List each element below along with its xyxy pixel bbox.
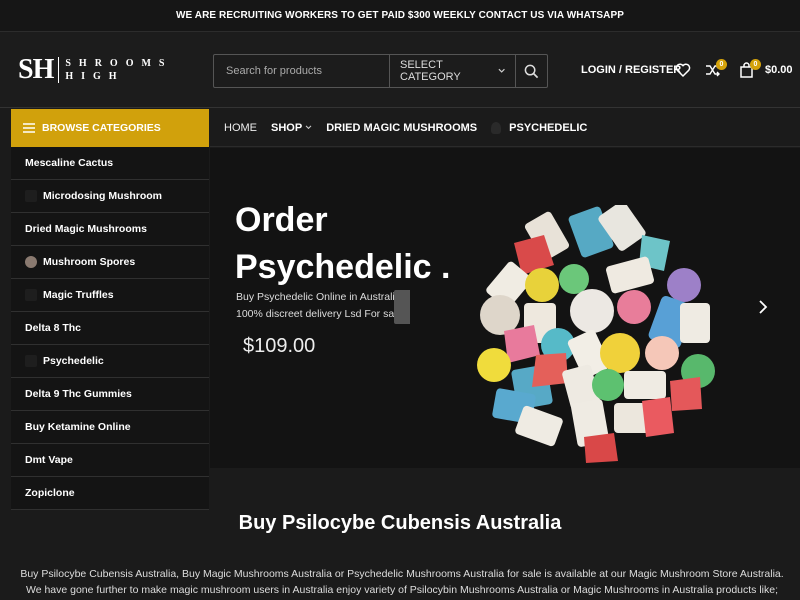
hero-subtitle-line-1: Buy Psychedelic Online in Australia — [236, 291, 401, 303]
cart-total[interactable]: $0.00 — [765, 64, 793, 76]
category-label: Mushroom Spores — [43, 256, 136, 268]
category-select[interactable]: SELECT CATEGORY — [389, 55, 515, 87]
category-item[interactable]: Buy Ketamine Online — [11, 411, 209, 444]
logo-line-2: HIGH — [65, 71, 125, 82]
nav-shop[interactable]: SHOP — [271, 122, 312, 134]
nav-psychedelic-label: PSYCHEDELIC — [509, 121, 588, 134]
announcement-text: WE ARE RECRUITING WORKERS TO GET PAID $3… — [175, 10, 625, 21]
compare-count-badge: 0 — [716, 59, 727, 70]
login-register-link[interactable]: LOGIN / REGISTER — [581, 64, 681, 76]
nav-home[interactable]: HOME — [224, 122, 257, 134]
category-item[interactable]: Mescaline Cactus — [11, 147, 209, 180]
cart-count-badge: 0 — [750, 59, 761, 70]
search-button[interactable] — [515, 55, 547, 87]
section-description: Buy Psilocybe Cubensis Australia, Buy Ma… — [20, 568, 784, 596]
category-thumbnail-icon — [25, 289, 37, 301]
category-thumbnail-icon — [25, 355, 37, 367]
category-label: Psychedelic — [43, 355, 104, 367]
category-item[interactable]: Dmt Vape — [11, 444, 209, 477]
logo-line-1: SHROOMS — [65, 58, 173, 69]
chevron-down-icon — [305, 125, 312, 130]
hero-subtitle: Buy Psychedelic Online in Australia 100%… — [236, 289, 406, 323]
browse-categories-button[interactable]: BROWSE CATEGORIES — [11, 109, 209, 147]
category-item[interactable]: Mushroom Spores — [11, 246, 209, 279]
nav-shop-label: SHOP — [271, 121, 303, 134]
category-item[interactable]: Zopiclone — [11, 477, 209, 510]
hero-subtitle-line-2: 100% discreet delivery Lsd For sale — [236, 308, 403, 320]
chevron-down-icon — [498, 68, 505, 73]
search-icon — [524, 64, 539, 78]
main-nav: HOME SHOP DRIED MAGIC MUSHROOMS PSYCHEDE… — [210, 109, 800, 147]
psychedelic-thumbnail-icon — [491, 121, 502, 134]
category-item[interactable]: Delta 8 Thc — [11, 312, 209, 345]
category-item[interactable]: Delta 9 Thc Gummies — [11, 378, 209, 411]
category-label: Dmt Vape — [25, 454, 73, 466]
menu-icon — [23, 123, 35, 133]
category-item[interactable]: Magic Truffles — [11, 279, 209, 312]
heart-icon[interactable] — [675, 62, 691, 78]
category-item[interactable]: Dried Magic Mushrooms — [11, 213, 209, 246]
section-title: Buy Psilocybe Cubensis Australia — [238, 512, 562, 534]
category-label: Magic Truffles — [43, 289, 114, 301]
category-label: Mescaline Cactus — [25, 157, 114, 169]
category-label: Delta 9 Thc Gummies — [25, 388, 132, 400]
hero-title: Order Psychedelic . — [235, 197, 450, 291]
browse-categories-label: BROWSE CATEGORIES — [42, 122, 161, 134]
announcement-bar: WE ARE RECRUITING WORKERS TO GET PAID $3… — [0, 0, 800, 32]
hero-pills-image — [477, 205, 715, 463]
category-label: Zopiclone — [25, 487, 75, 499]
hero-title-line-2: Psychedelic . — [235, 248, 451, 286]
logo-words: SHROOMS HIGH — [65, 57, 172, 83]
slider-next-arrow-icon[interactable] — [758, 300, 768, 314]
category-thumbnail-icon — [25, 256, 37, 268]
category-label: Delta 8 Thc — [25, 322, 82, 334]
logo-divider — [58, 57, 60, 83]
category-select-label: SELECT CATEGORY — [400, 59, 461, 83]
site-logo[interactable]: SH SHROOMS HIGH — [18, 54, 172, 86]
slider-side-tab[interactable] — [394, 290, 410, 324]
category-label: Dried Magic Mushrooms — [25, 223, 147, 235]
category-label: Microdosing Mushroom — [43, 190, 162, 202]
logo-mark: SH — [18, 54, 54, 85]
nav-psychedelic[interactable]: PSYCHEDELIC — [491, 121, 588, 134]
category-item[interactable]: Microdosing Mushroom — [11, 180, 209, 213]
search-input[interactable] — [214, 55, 389, 87]
category-list: Mescaline Cactus Microdosing Mushroom Dr… — [11, 147, 209, 510]
category-thumbnail-icon — [25, 190, 37, 202]
category-label: Buy Ketamine Online — [25, 421, 131, 433]
hero-price: $109.00 — [243, 335, 316, 357]
search-form: SELECT CATEGORY — [213, 54, 548, 88]
category-item[interactable]: Psychedelic — [11, 345, 209, 378]
nav-dried-magic-mushrooms[interactable]: DRIED MAGIC MUSHROOMS — [326, 122, 477, 134]
hero-title-line-1: Order — [235, 201, 328, 239]
